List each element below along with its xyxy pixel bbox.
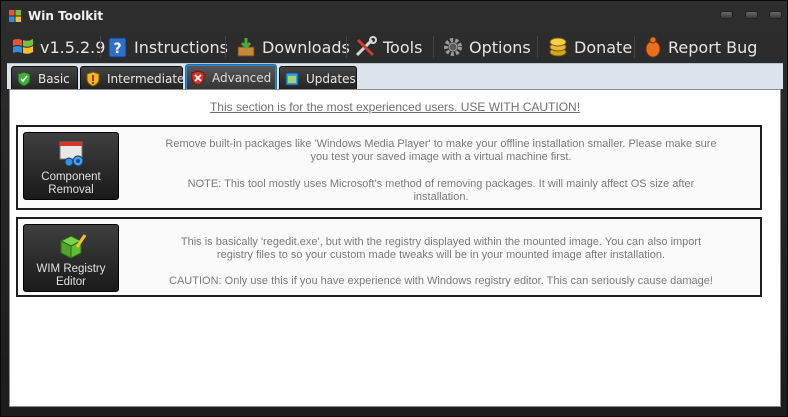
description-line: Remove built-in packages like 'Windows M… [165, 138, 717, 150]
tab-intermediate-label: Intermediate [107, 71, 185, 86]
description-line: installation. [413, 191, 469, 203]
tool-description: Remove built-in packages like 'Windows M… [130, 138, 752, 164]
menu-separator [537, 36, 538, 58]
title-bar[interactable]: Win Toolkit [1, 1, 787, 31]
menu-separator [634, 36, 635, 58]
help-book-icon: ? [108, 37, 127, 58]
description-line: registry files to so your custom made tw… [216, 249, 666, 261]
bug-icon [645, 36, 661, 58]
menu-tools-label: Tools [383, 37, 423, 57]
yellow-shield-icon [86, 70, 100, 87]
menu-separator [100, 36, 101, 58]
menu-report-bug[interactable]: Report Bug [643, 32, 757, 62]
tab-strip: Basic Intermediate Advanced Updates [7, 63, 783, 90]
tab-intermediate[interactable]: Intermediate [80, 66, 185, 90]
description-line: NOTE: This tool mostly uses Microsoft's … [187, 178, 695, 190]
tool-label-line: Editor [55, 276, 87, 288]
menu-instructions[interactable]: ? Instructions [107, 32, 228, 62]
version-label: v1.5.2.9 [40, 37, 106, 57]
tool-description: This is basically 'regedit.exe', but wit… [130, 236, 752, 262]
window-title: Win Toolkit [28, 9, 104, 23]
updates-icon [285, 72, 299, 85]
menu-donate-label: Donate [574, 37, 633, 57]
tool-caution: CAUTION: Only use this if you have exper… [130, 275, 752, 288]
version-menu[interactable]: v1.5.2.9 [11, 32, 105, 62]
menu-report-bug-label: Report Bug [668, 37, 758, 57]
component-removal-icon [59, 141, 84, 167]
tab-advanced-label: Advanced [212, 70, 272, 85]
close-button[interactable] [769, 11, 782, 19]
tab-basic-label: Basic [38, 71, 70, 86]
menu-separator [346, 36, 347, 58]
tool-label-line: Removal [48, 184, 94, 196]
app-window: Win Toolkit v1.5.2.9 ? Instructions Down… [0, 0, 788, 417]
component-removal-button[interactable]: Component Removal [23, 132, 119, 200]
tool-wim-registry-editor: WIM Registry Editor This is basically 'r… [16, 217, 762, 297]
download-box-icon [237, 38, 255, 57]
menu-downloads-label: Downloads [262, 37, 350, 57]
menu-options-label: Options [469, 37, 531, 57]
wim-registry-editor-button[interactable]: WIM Registry Editor [23, 224, 119, 292]
red-shield-icon [191, 69, 205, 86]
maximize-button[interactable] [745, 11, 758, 19]
registry-editor-icon [59, 234, 87, 259]
description-line: CAUTION: Only use this if you have exper… [169, 275, 713, 287]
menu-downloads[interactable]: Downloads [235, 32, 350, 62]
tab-updates[interactable]: Updates [279, 66, 357, 90]
windows-logo-icon [9, 10, 21, 22]
coins-icon [549, 37, 567, 57]
caution-notice: This section is for the most experienced… [209, 100, 581, 114]
description-line: This is basically 'regedit.exe', but wit… [180, 236, 702, 248]
minimize-button[interactable] [720, 11, 733, 19]
menu-tools[interactable]: Tools [354, 32, 422, 62]
advanced-panel: This section is for the most experienced… [9, 89, 781, 407]
menu-options[interactable]: Options [442, 32, 531, 62]
windows-logo-icon [13, 39, 33, 54]
menu-separator [433, 36, 434, 58]
menu-bar: v1.5.2.9 ? Instructions Downloads Tools … [1, 32, 787, 62]
tool-component-removal: Component Removal Remove built-in packag… [16, 125, 762, 210]
tab-updates-label: Updates [306, 71, 356, 86]
description-line: you test your saved image with a virtual… [310, 151, 572, 163]
menu-separator [225, 36, 226, 58]
tool-label-line: WIM Registry [36, 263, 106, 275]
gear-icon [444, 38, 462, 56]
menu-instructions-label: Instructions [134, 37, 228, 57]
tab-advanced[interactable]: Advanced [185, 64, 277, 90]
svg-text:?: ? [113, 41, 121, 57]
tab-basic[interactable]: Basic [11, 66, 78, 90]
tool-label-line: Component [41, 171, 101, 183]
tools-icon [355, 36, 377, 57]
tool-note: NOTE: This tool mostly uses Microsoft's … [130, 178, 752, 204]
green-shield-icon [17, 70, 31, 87]
menu-donate[interactable]: Donate [547, 32, 632, 62]
